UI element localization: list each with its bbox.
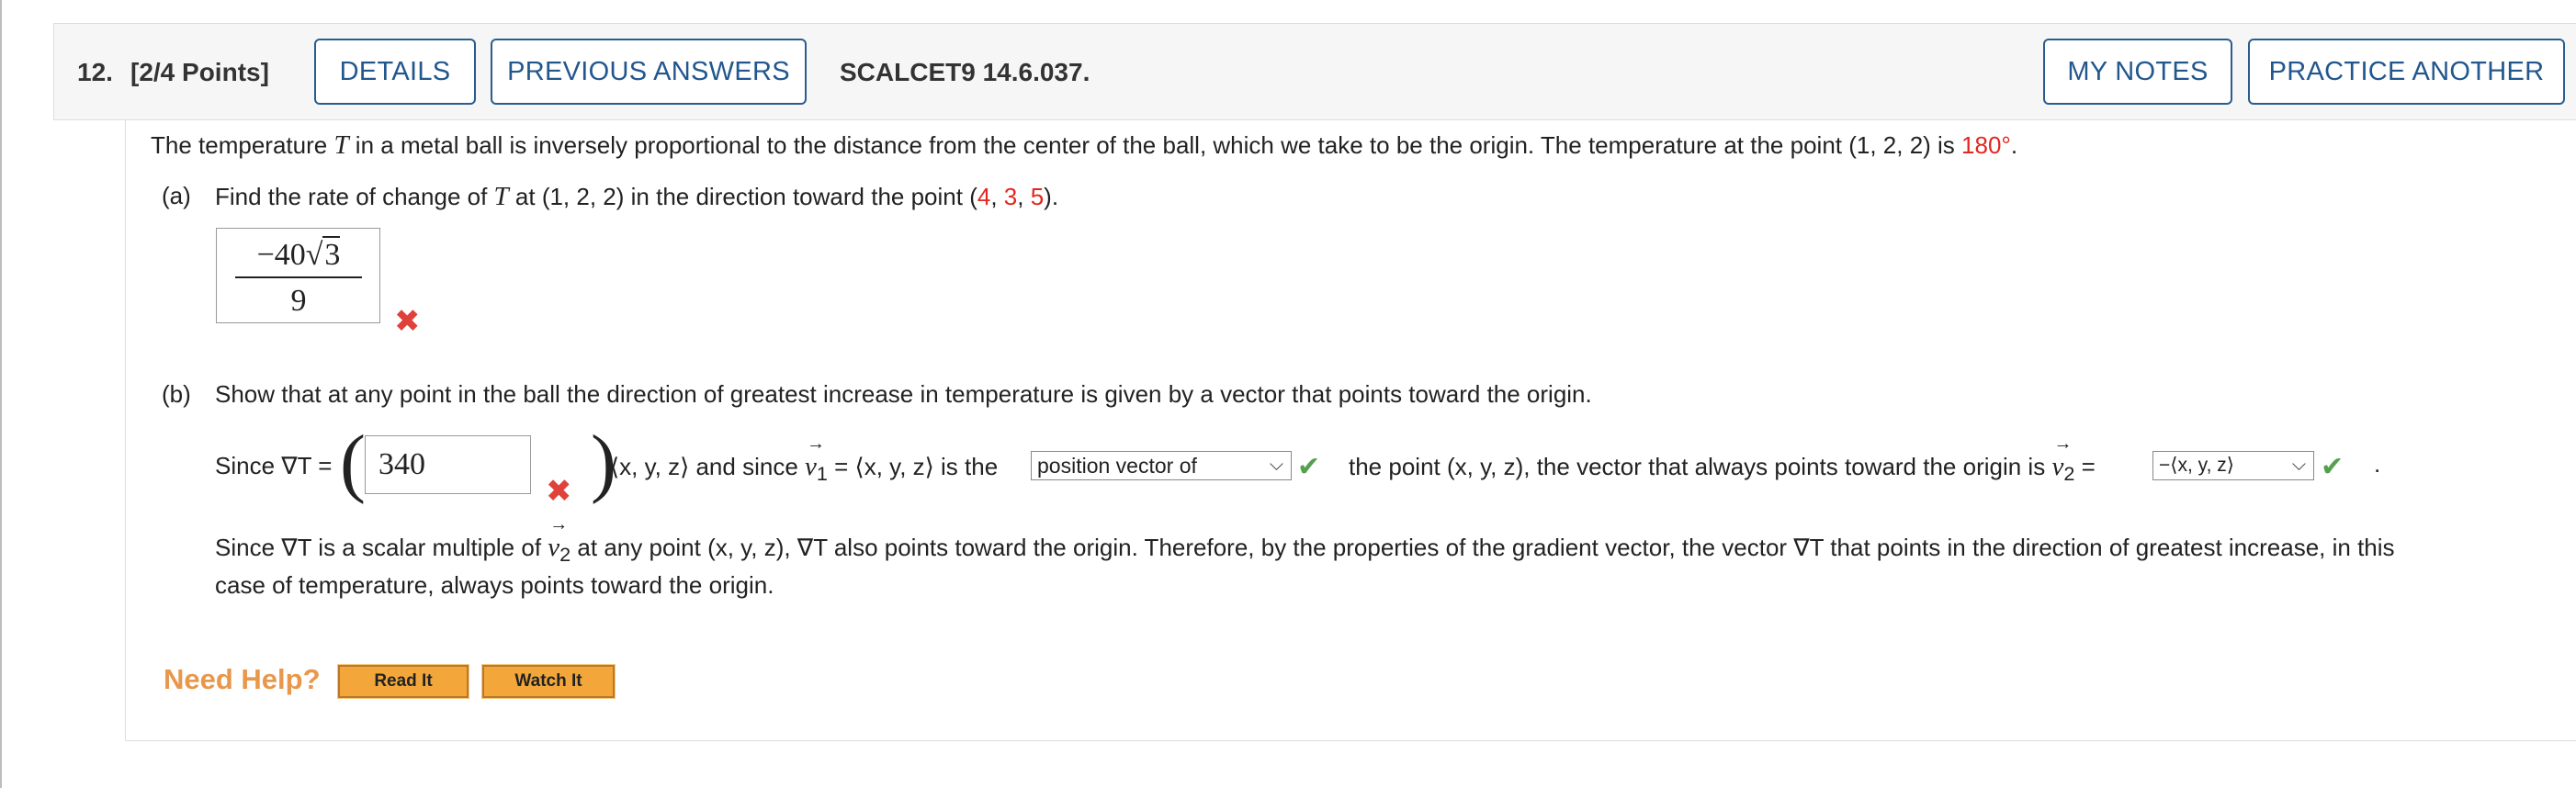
conclusion-line-2: case of temperature, always points towar… [215, 571, 774, 599]
previous-answers-button[interactable]: PREVIOUS ANSWERS [491, 39, 807, 105]
check-icon: ✔ [1297, 451, 1321, 483]
part-b-label: (b) [162, 380, 191, 408]
my-notes-button[interactable]: MY NOTES [2043, 39, 2232, 105]
since-gradient-label: Since ∇T = [215, 452, 333, 479]
part-a-prompt: Find the rate of change of T at (1, 2, 2… [215, 182, 1059, 211]
left-paren: ( [340, 420, 366, 505]
origin-vector-text: the point (x, y, z), the vector that alw… [1349, 433, 2096, 486]
question-reference: SCALCET9 14.6.037. [840, 58, 1090, 86]
since-v1-text: ⟨x, y, z⟩ and since → v1 = ⟨x, y, z⟩ is t… [610, 433, 999, 486]
need-help-label: Need Help? [164, 663, 321, 695]
chevron-down-icon: ⌵ [2291, 455, 2306, 475]
gradient-coefficient-input[interactable]: 340 [365, 435, 531, 494]
position-vector-select[interactable]: position vector of ⌵ [1031, 451, 1292, 480]
part-b-prompt: Show that at any point in the ball the d… [215, 380, 1592, 408]
period: . [2374, 450, 2381, 478]
check-icon: ✔ [2321, 451, 2344, 483]
details-button[interactable]: DETAILS [314, 39, 476, 105]
question-number: 12. [77, 58, 113, 86]
question-body [125, 120, 2576, 741]
chevron-down-icon: ⌵ [1269, 455, 1283, 475]
answer-fraction: −40√3 9 [235, 236, 362, 319]
watch-it-button[interactable]: Watch It [481, 664, 616, 699]
part-a-answer-box[interactable]: −40√3 9 [216, 228, 380, 323]
x-mark-icon: ✖ [546, 473, 572, 510]
x-mark-icon: ✖ [394, 303, 421, 340]
problem-intro: The temperature T in a metal ball is inv… [151, 130, 2018, 160]
left-border [0, 0, 2, 788]
read-it-button[interactable]: Read It [337, 664, 469, 699]
origin-vector-select[interactable]: −⟨x, y, z⟩ ⌵ [2152, 451, 2314, 480]
temperature-value: 180° [1961, 131, 2011, 159]
practice-another-button[interactable]: PRACTICE ANOTHER [2248, 39, 2565, 105]
conclusion-line-1: Since ∇T is a scalar multiple of → v2 at … [215, 514, 2395, 567]
part-a-label: (a) [162, 182, 191, 209]
points-label: [2/4 Points] [130, 58, 269, 86]
